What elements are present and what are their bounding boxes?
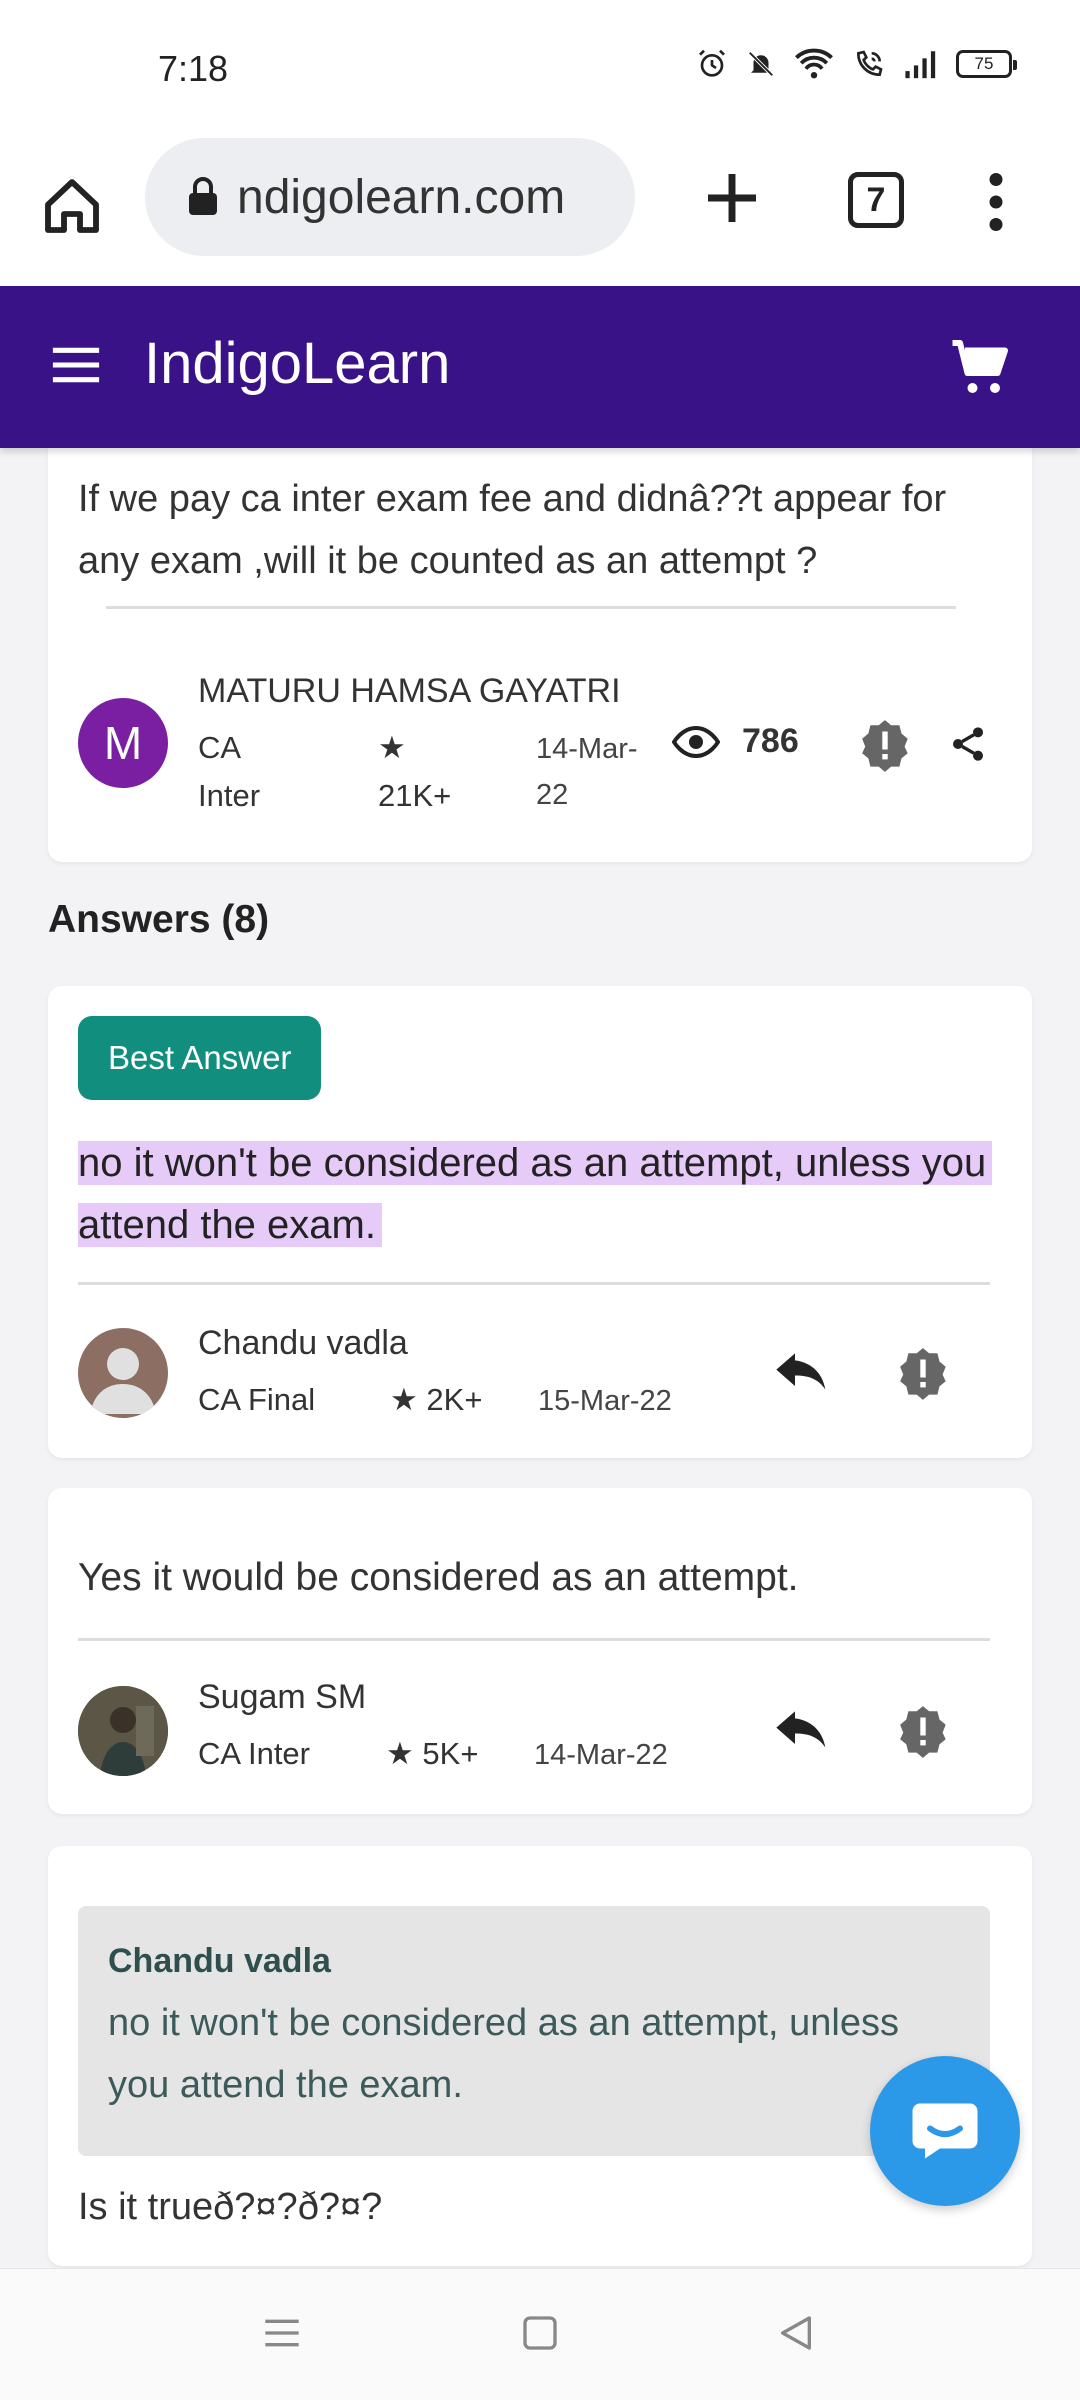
question-points: ★ 21K+	[378, 724, 451, 820]
answer-card: Chandu vadla no it won't be considered a…	[48, 1846, 1032, 2266]
mute-bell-icon	[748, 51, 774, 77]
answer-date: 14-Mar-22	[534, 1739, 668, 1771]
status-time: 7:18	[158, 48, 229, 89]
question-text: If we pay ca inter exam fee and didnâ??t…	[78, 478, 947, 582]
quoted-answer: Chandu vadla no it won't be considered a…	[78, 1906, 990, 2156]
avatar[interactable]	[78, 1686, 168, 1776]
avatar[interactable]: M	[78, 698, 168, 788]
battery-indicator: 75	[956, 50, 1017, 78]
signal-icon	[905, 51, 936, 79]
answer-level: CA Inter	[198, 1736, 310, 1771]
question-level-line1: CA	[198, 730, 242, 765]
cart-icon[interactable]	[950, 338, 1010, 398]
question-date: 14-Mar- 22	[536, 726, 638, 818]
answer-author[interactable]: Sugam SM	[198, 1678, 366, 1717]
answers-heading: Answers (8)	[48, 898, 270, 941]
status-icons: 75	[696, 48, 1017, 80]
question-date-line2: 22	[536, 779, 569, 811]
answer-points: ★ 2K+	[390, 1382, 483, 1417]
quote-author: Chandu vadla	[108, 1942, 331, 1980]
report-icon[interactable]	[858, 718, 912, 772]
alarm-icon	[699, 49, 725, 77]
best-answer-badge: Best Answer	[78, 1016, 322, 1100]
tab-switcher-button[interactable]: 7	[848, 172, 904, 228]
status-bar: 7:18 75	[0, 0, 1080, 136]
question-points-value: 21K+	[378, 778, 452, 813]
quote-text: no it won't be considered as an attempt,…	[108, 2002, 899, 2106]
home-icon[interactable]	[40, 174, 104, 238]
report-icon[interactable]	[896, 1346, 950, 1400]
divider	[106, 606, 956, 609]
answer-author[interactable]: Chandu vadla	[198, 1324, 408, 1363]
answer-text: Is it trueð?¤?ð?¤?	[78, 2186, 383, 2228]
chat-bubble-icon	[912, 2103, 978, 2159]
answer-text: no it won't be considered as an attempt,…	[78, 1132, 1008, 1256]
answer-points: ★ 5K+	[386, 1736, 479, 1771]
question-level-line2: Inter	[198, 778, 261, 813]
question-points-star: ★	[378, 730, 406, 765]
home-square-icon[interactable]	[520, 2313, 560, 2353]
wifi-call-icon	[856, 50, 883, 77]
answer-text: Yes it would be considered as an attempt…	[78, 1556, 799, 1599]
more-menu-icon[interactable]	[978, 172, 1014, 232]
recents-menu-icon[interactable]	[262, 2315, 302, 2351]
answer-date: 15-Mar-22	[538, 1385, 672, 1417]
back-triangle-icon[interactable]	[776, 2313, 816, 2353]
new-tab-icon[interactable]	[700, 166, 764, 230]
divider	[78, 1638, 990, 1641]
hamburger-menu-icon[interactable]	[50, 344, 102, 386]
question-card: If we pay ca inter exam fee and didnâ??t…	[48, 438, 1032, 862]
reply-icon[interactable]	[774, 1706, 830, 1754]
chat-button[interactable]	[870, 2056, 1020, 2206]
reply-icon[interactable]	[774, 1348, 830, 1396]
answer-card: Yes it would be considered as an attempt…	[48, 1488, 1032, 1814]
report-icon[interactable]	[896, 1704, 950, 1758]
user-photo-icon	[78, 1686, 168, 1776]
question-date-line1: 14-Mar-	[536, 733, 638, 765]
share-icon[interactable]	[948, 724, 988, 764]
system-navigation-bar	[0, 2268, 1080, 2400]
lock-icon	[189, 177, 217, 215]
url-text: ndigolearn.com	[237, 170, 566, 224]
browser-toolbar: ndigolearn.com 7	[0, 136, 1080, 286]
question-level: CA Inter	[198, 724, 260, 820]
divider	[78, 1282, 990, 1285]
brand-title[interactable]: IndigoLearn	[144, 330, 450, 397]
answer-card: Best Answer no it won't be considered as…	[48, 986, 1032, 1458]
views-icon	[672, 725, 720, 759]
wifi-icon	[795, 48, 833, 79]
avatar[interactable]	[78, 1328, 168, 1418]
answer-level: CA Final	[198, 1382, 316, 1417]
answer-highlighted-text: no it won't be considered as an attempt,…	[78, 1141, 993, 1247]
user-silhouette-icon	[90, 1348, 156, 1414]
address-bar[interactable]: ndigolearn.com	[145, 138, 635, 256]
views-count: 786	[742, 722, 799, 760]
app-header: IndigoLearn	[0, 286, 1080, 448]
question-author[interactable]: MATURU HAMSA GAYATRI	[198, 672, 621, 711]
